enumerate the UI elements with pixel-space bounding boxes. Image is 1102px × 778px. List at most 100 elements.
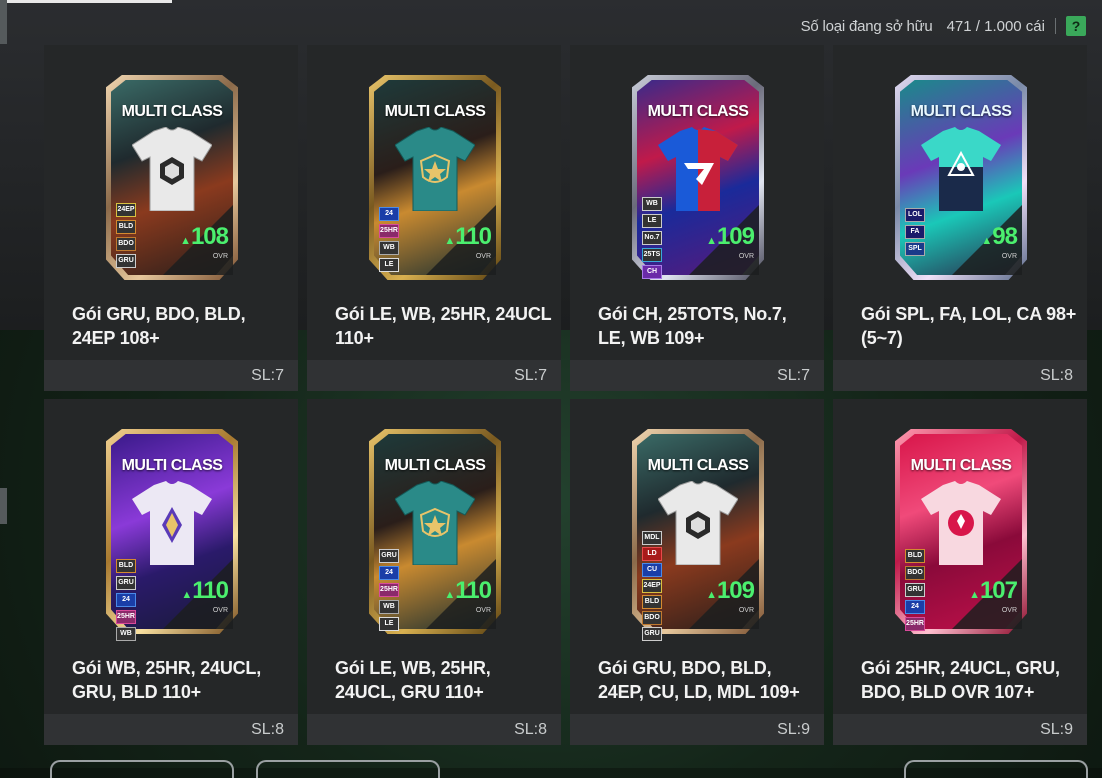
trait-tag: No.7 [642, 231, 662, 245]
card-class-label: MULTI CLASS [384, 103, 486, 120]
left-scroll-marker-top [0, 0, 7, 44]
trait-tag: 24EP [642, 579, 662, 593]
divider [1055, 18, 1056, 34]
trait-tag: BDO [116, 237, 136, 251]
bottom-button[interactable] [256, 760, 440, 778]
pack-title: Gói CH, 25TOTS, No.7, LE, WB 109+ [598, 304, 787, 348]
ownership-count: 471 / 1.000 cái [946, 17, 1045, 35]
trait-tag: LOL [905, 208, 925, 222]
ovr-block: ▲109 OVR [706, 577, 755, 615]
ovr-value: 109 [716, 577, 755, 604]
trait-tag: BDO [905, 566, 925, 580]
pack-item[interactable]: MULTI CLASS GRU 24 25HR WB LE ▲110 OVR G… [307, 399, 561, 745]
trait-tag: LE [379, 617, 399, 631]
pack-quantity: SL:7 [777, 366, 810, 384]
trait-tag: BLD [642, 595, 662, 609]
pack-card: MULTI CLASS 24EP BLD BDO GRU ▲108 OVR [106, 75, 238, 280]
pack-card: MULTI CLASS BLD BDO GRU 24 25HR ▲107 OVR [895, 429, 1027, 634]
pack-item[interactable]: MULTI CLASS BLD BDO GRU 24 25HR ▲107 OVR… [833, 399, 1087, 745]
trait-tag: SPL [905, 242, 925, 256]
bottom-button[interactable] [904, 760, 1088, 778]
ovr-label: OVR [1001, 607, 1017, 614]
up-arrow-icon: ▲ [981, 235, 992, 247]
pack-footer: SL:7 [570, 360, 824, 391]
trait-tag: WB [116, 627, 136, 641]
pack-card: MULTI CLASS 24 25HR WB LE ▲110 OVR [369, 75, 501, 280]
ovr-block: ▲108 OVR [180, 223, 229, 261]
pack-footer: SL:9 [833, 714, 1087, 745]
ovr-block: ▲109 OVR [706, 223, 755, 261]
trait-tag: GRU [116, 576, 136, 590]
trait-tag: WB [379, 241, 399, 255]
pack-item[interactable]: MULTI CLASS LOL FA SPL ▲98 OVR Gói SPL, … [833, 45, 1087, 391]
card-class-label: MULTI CLASS [384, 457, 486, 474]
trait-tags: 24 25HR WB LE [379, 207, 399, 272]
trait-tag: 25HR [905, 617, 925, 631]
up-arrow-icon: ▲ [969, 589, 980, 601]
trait-tag: BLD [116, 220, 136, 234]
trait-tags: BLD BDO GRU 24 25HR [905, 549, 925, 631]
pack-item[interactable]: MULTI CLASS MDL LD CU 24EP BLD BDO GRU ▲… [570, 399, 824, 745]
trait-tag: 24EP [116, 203, 136, 217]
card-class-label: MULTI CLASS [121, 103, 223, 120]
trait-tag: MDL [642, 531, 662, 545]
trait-tag: WB [642, 197, 662, 211]
pack-footer: SL:8 [44, 714, 298, 745]
card-class-label: MULTI CLASS [647, 457, 749, 474]
bottom-button[interactable] [50, 760, 234, 778]
ovr-label: OVR [1001, 253, 1017, 260]
left-scroll-marker-bottom [0, 488, 7, 524]
ovr-label: OVR [738, 253, 754, 260]
trait-tags: GRU 24 25HR WB LE [379, 549, 399, 631]
trait-tag: GRU [379, 549, 399, 563]
pack-title: Gói WB, 25HR, 24UCL, GRU, BLD 110+ [72, 658, 262, 702]
trait-tag: LE [379, 258, 399, 272]
pack-quantity: SL:8 [251, 720, 284, 738]
pack-card: MULTI CLASS BLD GRU 24 25HR WB ▲110 OVR [106, 429, 238, 641]
bottom-button-bar [0, 760, 1102, 778]
ovr-value: 98 [992, 223, 1018, 250]
pack-title: Gói LE, WB, 25HR, 24UCL, GRU 110+ [335, 658, 491, 702]
up-arrow-icon: ▲ [444, 235, 455, 247]
jersey-icon [132, 481, 212, 565]
pack-quantity: SL:8 [1040, 366, 1073, 384]
pack-footer: SL:9 [570, 714, 824, 745]
trait-tag: BLD [905, 549, 925, 563]
pack-item[interactable]: MULTI CLASS 24 25HR WB LE ▲110 OVR Gói L… [307, 45, 561, 391]
ovr-value: 110 [455, 223, 492, 250]
pack-quantity: SL:7 [514, 366, 547, 384]
jersey-icon [658, 481, 738, 565]
pack-item[interactable]: MULTI CLASS WB LE No.7 25TS CH ▲109 OVR … [570, 45, 824, 391]
pack-title: Gói SPL, FA, LOL, CA 98+ (5~7) [861, 304, 1077, 348]
trait-tag: GRU [642, 627, 662, 641]
ovr-label: OVR [212, 607, 228, 614]
trait-tag: BDO [642, 611, 662, 625]
pack-footer: SL:8 [307, 714, 561, 745]
trait-tags: BLD GRU 24 25HR WB [116, 559, 136, 641]
jersey-icon [132, 127, 212, 211]
ovr-value: 108 [190, 223, 229, 250]
card-class-label: MULTI CLASS [910, 457, 1012, 474]
trait-tag: 25HR [379, 224, 399, 238]
trait-tag: CU [642, 563, 662, 577]
jersey-icon [395, 127, 475, 211]
pack-quantity: SL:8 [514, 720, 547, 738]
ovr-label: OVR [212, 253, 228, 260]
ovr-value: 110 [192, 577, 229, 604]
pack-footer: SL:7 [44, 360, 298, 391]
pack-item[interactable]: MULTI CLASS 24EP BLD BDO GRU ▲108 OVR Gó… [44, 45, 298, 391]
trait-tag: 25HR [379, 583, 399, 597]
up-arrow-icon: ▲ [181, 589, 192, 601]
trait-tags: 24EP BLD BDO GRU [116, 203, 136, 268]
active-tab-indicator [0, 0, 172, 3]
ovr-value: 109 [716, 223, 755, 250]
pack-footer: SL:8 [833, 360, 1087, 391]
pack-quantity: SL:7 [251, 366, 284, 384]
jersey-icon [921, 481, 1001, 565]
ovr-block: ▲110 OVR [181, 577, 229, 615]
ovr-value: 107 [979, 577, 1018, 604]
help-button[interactable]: ? [1066, 16, 1086, 36]
jersey-icon [395, 481, 475, 565]
trait-tags: MDL LD CU 24EP BLD BDO GRU [642, 531, 662, 641]
pack-item[interactable]: MULTI CLASS BLD GRU 24 25HR WB ▲110 OVR … [44, 399, 298, 745]
